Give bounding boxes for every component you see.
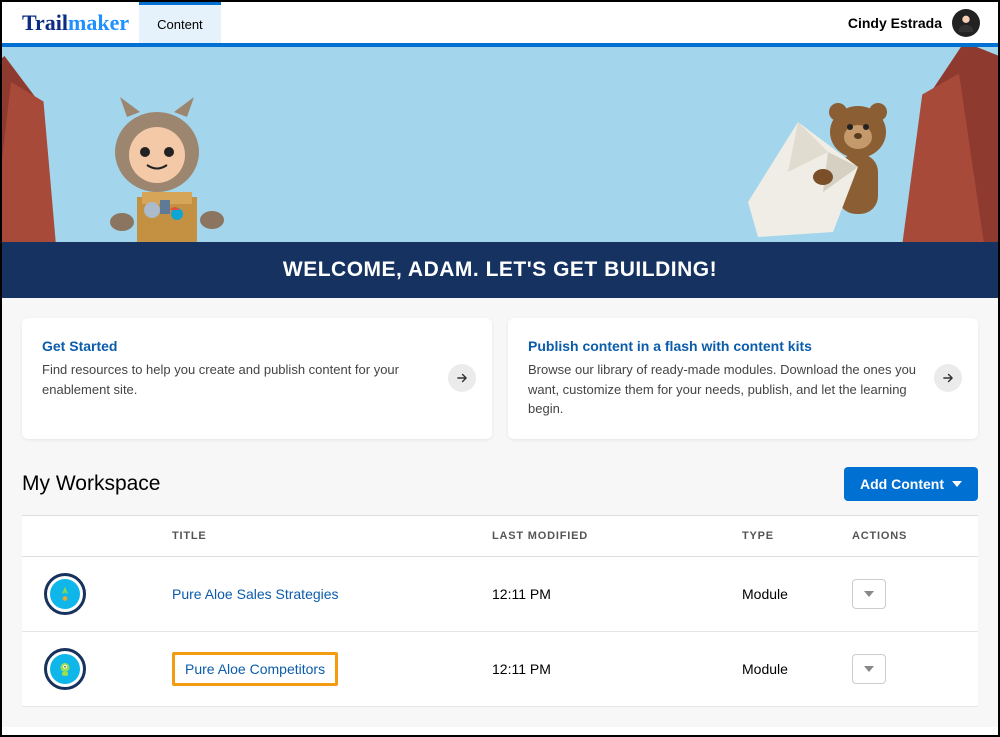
content-title-link[interactable]: Pure Aloe Sales Strategies: [172, 586, 339, 602]
tab-content[interactable]: Content: [139, 2, 221, 43]
module-icon: [44, 648, 86, 690]
main-content: Get Started Find resources to help you c…: [2, 298, 998, 727]
avatar-icon: [952, 9, 980, 37]
app-logo: Trailmaker: [22, 10, 129, 36]
col-type: TYPE: [732, 515, 842, 556]
card-body: Find resources to help you create and pu…: [42, 360, 432, 399]
logo-text-maker: maker: [68, 10, 129, 35]
header-left: Trailmaker Content: [2, 2, 221, 43]
caret-down-icon: [864, 664, 874, 674]
caret-down-icon: [952, 479, 962, 489]
logo-text-trail: Trail: [22, 10, 68, 35]
table-row: Pure Aloe Competitors 12:11 PM Module: [22, 631, 978, 706]
arrow-right-icon[interactable]: [934, 364, 962, 392]
row-actions-button[interactable]: [852, 579, 886, 609]
col-actions: ACTIONS: [842, 515, 978, 556]
col-last-modified: LAST MODIFIED: [482, 515, 732, 556]
row-actions-button[interactable]: [852, 654, 886, 684]
cell-type: Module: [732, 631, 842, 706]
table-row: Pure Aloe Sales Strategies 12:11 PM Modu…: [22, 556, 978, 631]
cell-last-modified: 12:11 PM: [482, 556, 732, 631]
bear-character-icon: [728, 82, 918, 242]
welcome-banner: WELCOME, ADAM. LET'S GET BUILDING!: [2, 242, 998, 298]
card-content-kits[interactable]: Publish content in a flash with content …: [508, 318, 978, 439]
workspace-title: My Workspace: [22, 472, 160, 496]
card-title: Get Started: [42, 338, 432, 354]
astro-character-icon: [82, 92, 252, 242]
workspace-header: My Workspace Add Content: [22, 467, 978, 501]
card-get-started[interactable]: Get Started Find resources to help you c…: [22, 318, 492, 439]
app-header: Trailmaker Content Cindy Estrada: [2, 2, 998, 47]
cell-last-modified: 12:11 PM: [482, 631, 732, 706]
add-content-button[interactable]: Add Content: [844, 467, 978, 501]
card-title: Publish content in a flash with content …: [528, 338, 918, 354]
col-title: TITLE: [162, 515, 482, 556]
table-header-row: TITLE LAST MODIFIED TYPE ACTIONS: [22, 515, 978, 556]
arrow-right-icon[interactable]: [448, 364, 476, 392]
tab-content-label: Content: [157, 17, 203, 32]
module-icon: [44, 573, 86, 615]
info-cards: Get Started Find resources to help you c…: [22, 318, 978, 439]
cell-type: Module: [732, 556, 842, 631]
hero-banner: [2, 47, 998, 242]
header-user[interactable]: Cindy Estrada: [848, 9, 980, 37]
card-body: Browse our library of ready-made modules…: [528, 360, 918, 419]
add-content-label: Add Content: [860, 476, 944, 492]
highlighted-cell: Pure Aloe Competitors: [172, 652, 338, 686]
caret-down-icon: [864, 589, 874, 599]
content-title-link[interactable]: Pure Aloe Competitors: [185, 661, 325, 677]
workspace-table: TITLE LAST MODIFIED TYPE ACTIONS Pure Al…: [22, 515, 978, 707]
username-label: Cindy Estrada: [848, 15, 942, 31]
welcome-text: WELCOME, ADAM. LET'S GET BUILDING!: [283, 258, 717, 281]
